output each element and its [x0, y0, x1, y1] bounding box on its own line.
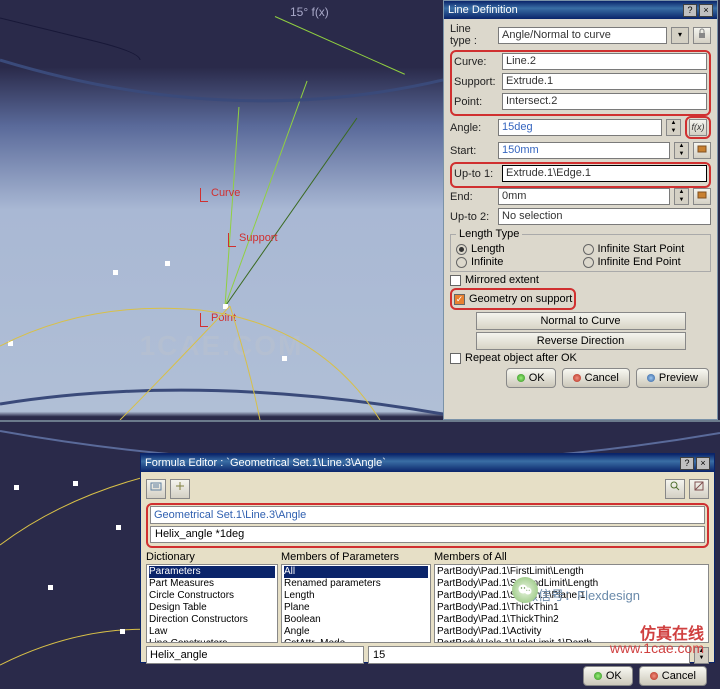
mirrored-check[interactable]: Mirrored extent — [450, 274, 711, 286]
line-type-label: Line type : — [450, 23, 494, 47]
dialog-title: Line Definition — [448, 4, 683, 16]
mema-header: Members of All — [434, 551, 709, 563]
line-definition-dialog: Line Definition ? × Line type : Angle/No… — [443, 0, 718, 420]
list-item[interactable]: Renamed parameters — [284, 578, 428, 590]
list-item[interactable]: Boolean — [284, 614, 428, 626]
list-item[interactable]: Length — [284, 590, 428, 602]
help-button[interactable]: ? — [683, 4, 697, 17]
lock-icon[interactable] — [693, 27, 711, 44]
preview-button[interactable]: Preview — [636, 368, 709, 388]
formula-editor-dialog: Formula Editor : `Geometrical Set.1\Line… — [140, 453, 715, 663]
viewport-3d-top[interactable]: 1CAE.COM 15° f(x) Curve Support Point — [0, 0, 443, 420]
titlebar[interactable]: Line Definition ? × — [444, 1, 717, 19]
memp-header: Members of Parameters — [281, 551, 431, 563]
wechat-overlay: 微信号：Flexdesign — [525, 585, 640, 604]
path-display: Geometrical Set.1\Line.3\Angle — [150, 506, 705, 524]
formula-title: Formula Editor : `Geometrical Set.1\Line… — [145, 457, 680, 469]
cancel-button[interactable]: Cancel — [562, 368, 630, 388]
angle-spin[interactable]: ▲▼ — [666, 119, 681, 136]
toolbar-icon-2[interactable] — [170, 479, 190, 499]
curve-field[interactable]: Line.2 — [502, 53, 707, 70]
radio-inf-end[interactable]: Infinite End Point — [583, 256, 706, 268]
start-field[interactable]: 150mm — [498, 142, 670, 159]
close-button[interactable]: × — [699, 4, 713, 17]
end-icon[interactable] — [693, 188, 711, 205]
formula-icon[interactable]: f(x) — [689, 119, 707, 136]
radio-inf-start[interactable]: Infinite Start Point — [583, 243, 706, 255]
upto2-field[interactable]: No selection — [498, 208, 711, 225]
end-field[interactable]: 0mm — [498, 188, 670, 205]
list-item[interactable]: Design Table — [149, 602, 275, 614]
toolbar-icon-4[interactable] — [689, 479, 709, 499]
site-overlay-2: www.1cae.com — [610, 640, 704, 656]
ok-button[interactable]: OK — [506, 368, 556, 388]
line-type-drop[interactable] — [671, 27, 689, 44]
list-item[interactable]: Parameters — [149, 566, 275, 578]
reverse-direction-button[interactable]: Reverse Direction — [476, 332, 686, 350]
formula-expression[interactable]: Helix_angle *1deg — [150, 526, 705, 543]
list-item[interactable]: Part Measures — [149, 578, 275, 590]
titlebar-formula[interactable]: Formula Editor : `Geometrical Set.1\Line… — [141, 454, 714, 472]
start-icon[interactable] — [693, 142, 711, 159]
toolbar-icon-3[interactable] — [665, 479, 685, 499]
formula-cancel-button[interactable]: Cancel — [639, 666, 707, 686]
support-field[interactable]: Extrude.1 — [502, 73, 707, 90]
list-item[interactable]: All — [284, 566, 428, 578]
radio-infinite[interactable]: Infinite — [456, 256, 579, 268]
members-params-list[interactable]: AllRenamed parametersLengthPlaneBooleanA… — [281, 564, 431, 643]
help-button-2[interactable]: ? — [680, 457, 694, 470]
normal-to-curve-button[interactable]: Normal to Curve — [476, 312, 686, 330]
param-name-field[interactable]: Helix_angle — [146, 646, 364, 664]
angle-field[interactable]: 15deg — [498, 119, 662, 136]
wechat-icon — [512, 577, 538, 603]
list-item[interactable]: Direction Constructors — [149, 614, 275, 626]
toolbar-icon-1[interactable] — [146, 479, 166, 499]
point-field[interactable]: Intersect.2 — [502, 93, 707, 110]
dictionary-list[interactable]: ParametersPart MeasuresCircle Constructo… — [146, 564, 278, 643]
list-item[interactable]: Circle Constructors — [149, 590, 275, 602]
repeat-check[interactable]: Repeat object after OK — [450, 352, 711, 364]
length-type-group: Length Type Length Infinite Start Point … — [450, 228, 711, 272]
list-item[interactable]: CstAttr_Mode — [284, 638, 428, 643]
list-item[interactable]: PartBody\Pad.1\FirstLimit\Length — [437, 566, 706, 578]
line-type-combo[interactable]: Angle/Normal to curve — [498, 27, 667, 44]
upto1-field[interactable]: Extrude.1\Edge.1 — [502, 165, 707, 182]
geometry-on-support-check[interactable]: Geometry on support — [454, 293, 572, 305]
list-item[interactable]: Law — [149, 626, 275, 638]
dict-header: Dictionary — [146, 551, 278, 563]
list-item[interactable]: Angle — [284, 626, 428, 638]
list-item[interactable]: Plane — [284, 602, 428, 614]
end-spin[interactable]: ▲▼ — [674, 188, 689, 205]
start-spin[interactable]: ▲▼ — [674, 142, 689, 159]
formula-ok-button[interactable]: OK — [583, 666, 633, 686]
close-button-2[interactable]: × — [696, 457, 710, 470]
list-item[interactable]: Line Constructors — [149, 638, 275, 643]
radio-length[interactable]: Length — [456, 243, 579, 255]
